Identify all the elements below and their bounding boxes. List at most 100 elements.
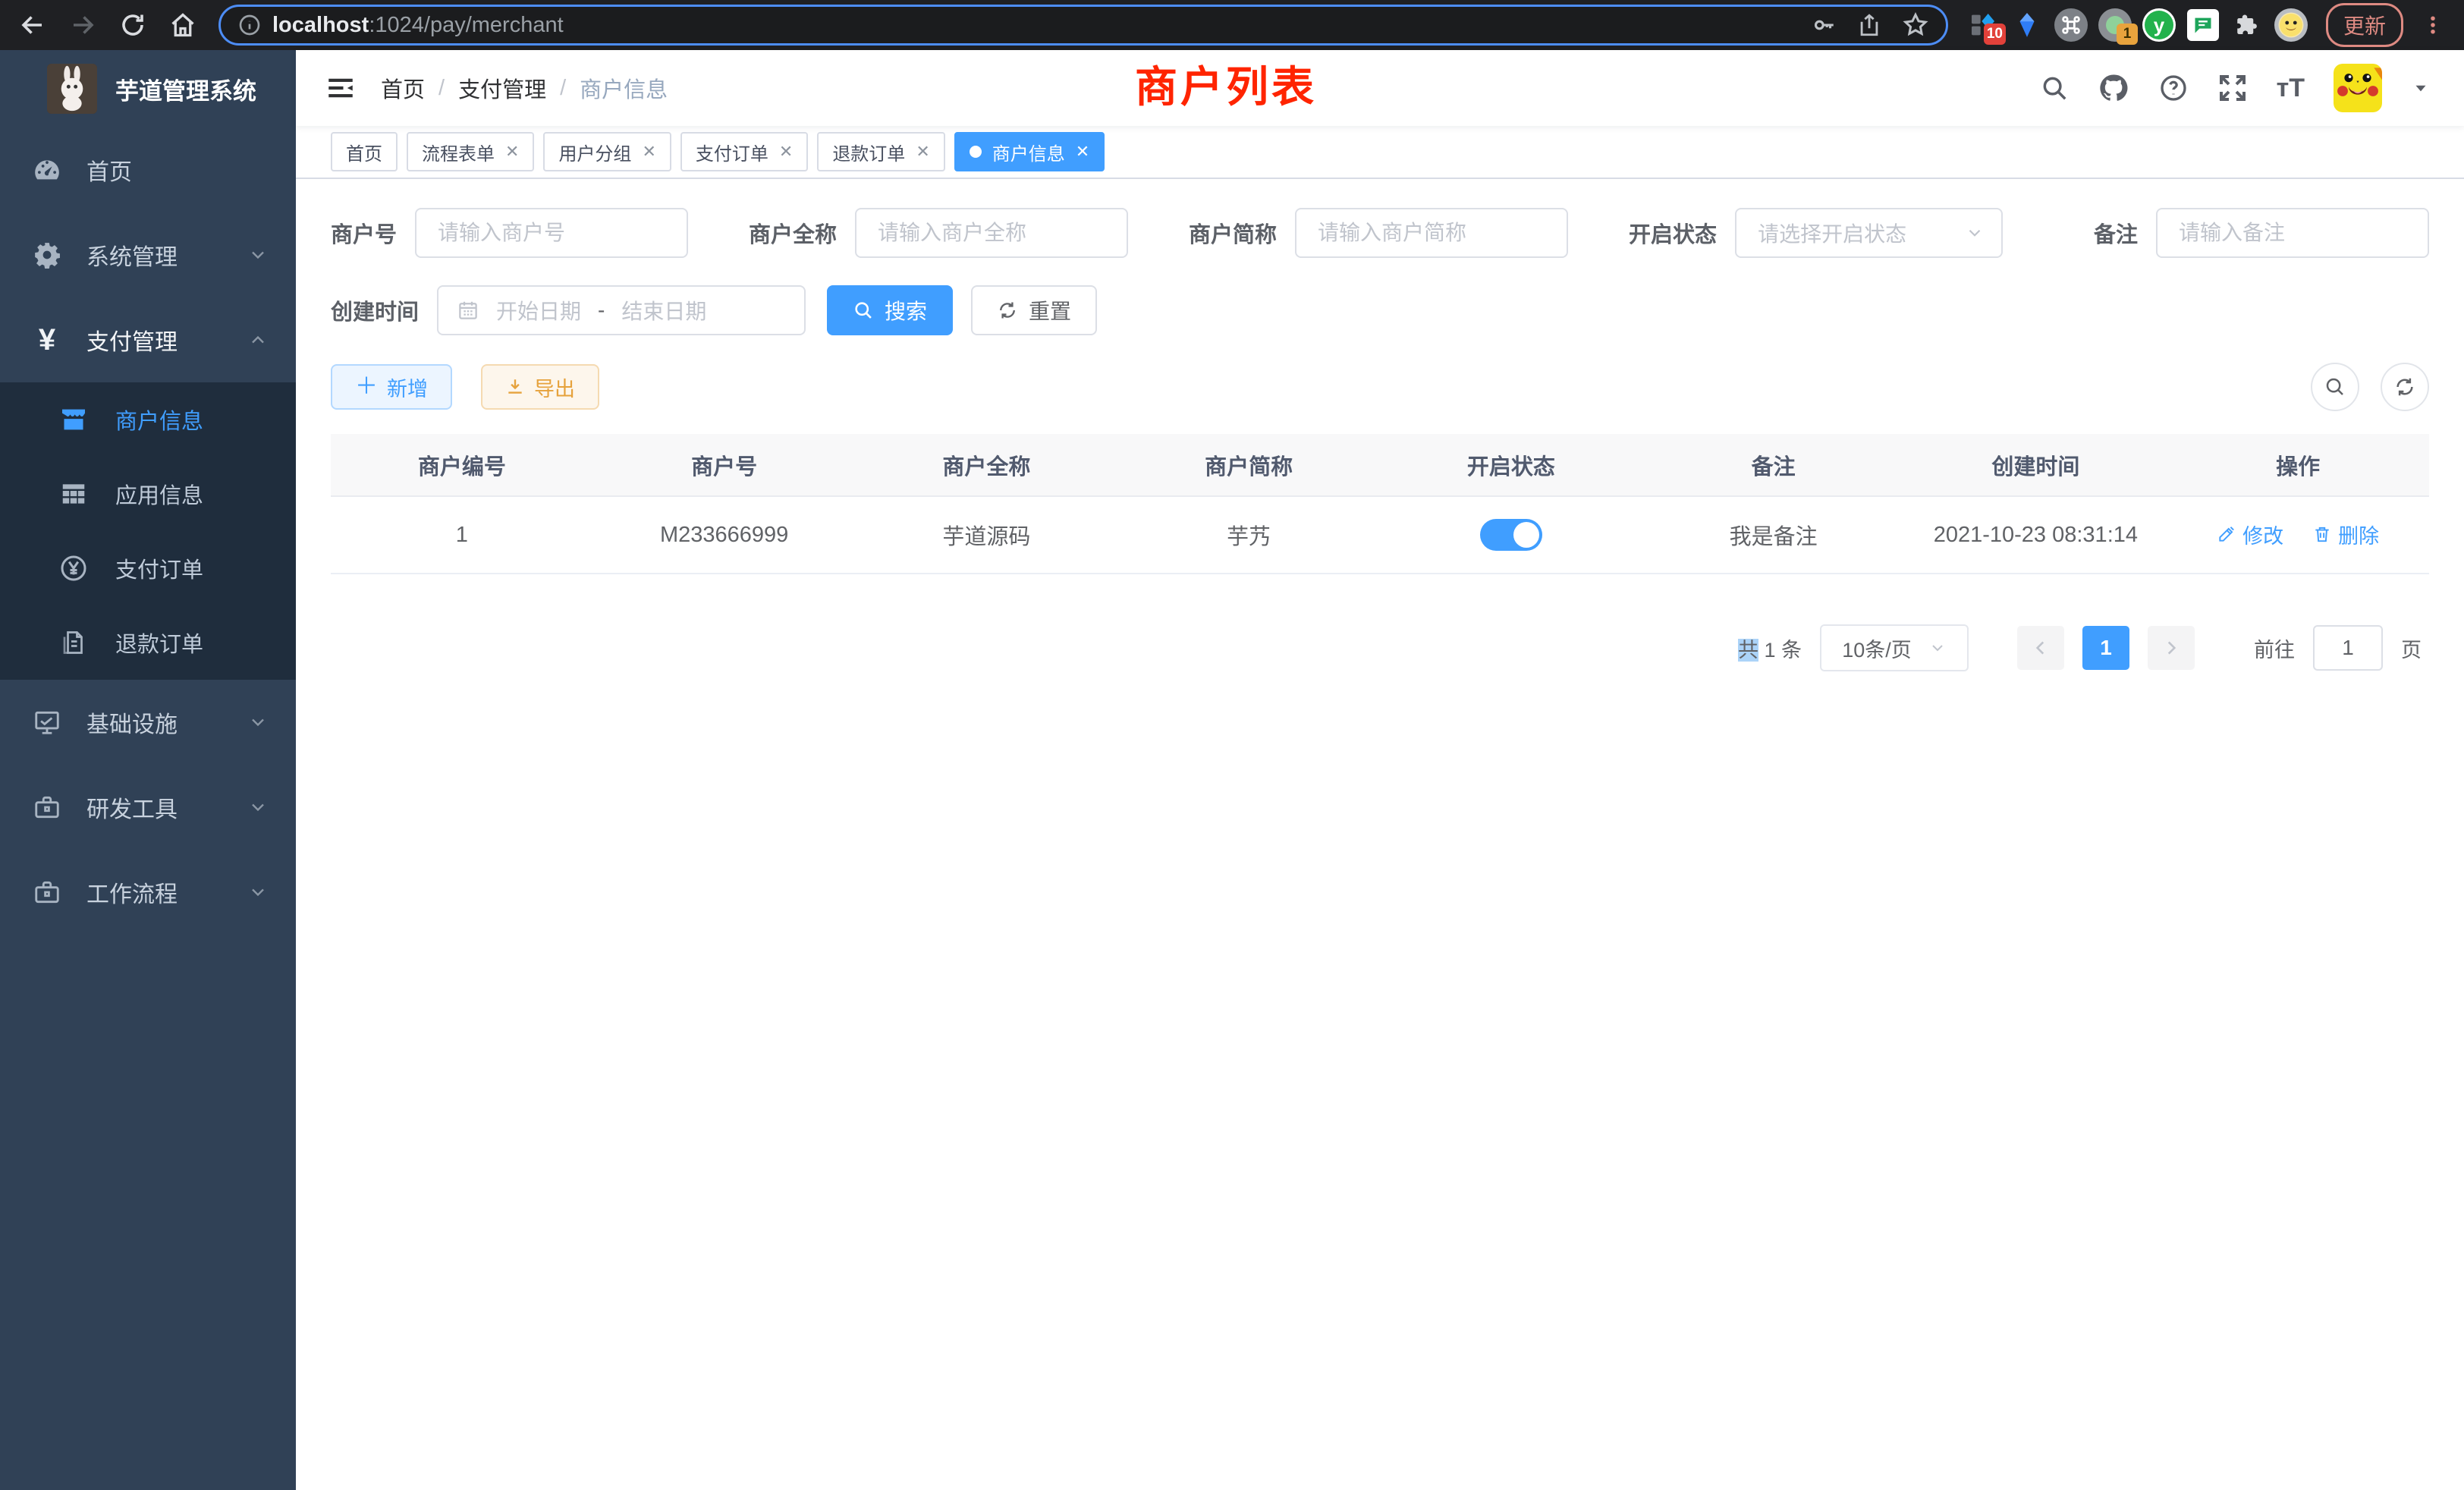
chevron-right-icon (2161, 638, 2181, 658)
user-avatar[interactable] (2334, 64, 2382, 112)
back-icon[interactable] (11, 6, 55, 44)
close-icon[interactable]: ✕ (1076, 142, 1089, 162)
yen-icon: ¥ (32, 325, 62, 355)
tab-merchant-info[interactable]: 商户信息✕ (954, 132, 1105, 171)
github-icon[interactable] (2098, 72, 2129, 104)
sidebar-item-label: 研发工具 (86, 791, 223, 824)
extension-blue-diamond-icon[interactable]: 10 (1966, 8, 2000, 42)
refresh-table-button[interactable] (2381, 363, 2429, 411)
sidebar-item-home[interactable]: 首页 (0, 127, 296, 212)
cell-remark: 我是备注 (1642, 496, 1905, 574)
site-info-icon[interactable] (237, 13, 262, 37)
sidebar-item-system[interactable]: 系统管理 (0, 212, 296, 297)
chrome-update-button[interactable]: 更新 (2326, 3, 2403, 47)
font-size-icon[interactable]: ᴛT (2277, 74, 2305, 103)
caret-down-icon[interactable] (2411, 78, 2431, 98)
edit-button[interactable]: 修改 (2217, 520, 2283, 549)
date-start-placeholder: 开始日期 (496, 295, 581, 325)
sidebar-item-merchant-info[interactable]: 商户信息 (0, 382, 296, 457)
extension-y-logo-icon[interactable]: y (2142, 8, 2176, 42)
table-row[interactable]: 1 M233666999 芋道源码 芋艿 我是备注 2021-10-23 08:… (331, 496, 2429, 574)
store-icon (58, 404, 90, 435)
chevron-down-icon (1965, 223, 1985, 243)
extensions-puzzle-icon[interactable] (2230, 8, 2264, 42)
toggle-search-button[interactable] (2311, 363, 2359, 411)
reload-icon[interactable] (111, 6, 155, 44)
prev-page-button[interactable] (2017, 626, 2064, 670)
forward-icon[interactable] (61, 6, 105, 44)
tab-refund-order[interactable]: 退款订单✕ (817, 132, 944, 171)
filter-merchant-no-label: 商户号 (331, 217, 397, 249)
address-bar[interactable]: localhost:1024/pay/merchant (218, 5, 1948, 46)
short-name-input[interactable] (1295, 208, 1568, 258)
col-full-name: 商户全称 (856, 434, 1118, 496)
col-remark: 备注 (1642, 434, 1905, 496)
sidebar-item-app-info[interactable]: 应用信息 (0, 457, 296, 531)
close-icon[interactable]: ✕ (642, 142, 655, 162)
status-select[interactable]: 请选择开启状态 (1735, 208, 2003, 258)
next-page-button[interactable] (2148, 626, 2195, 670)
col-merchant-no: 商户号 (593, 434, 856, 496)
tags-view-bar: 首页 流程表单✕ 用户分组✕ 支付订单✕ 退款订单✕ 商户信息✕ (296, 126, 2464, 179)
password-key-icon[interactable] (1811, 12, 1837, 38)
col-created: 创建时间 (1905, 434, 2167, 496)
page-size-select[interactable]: 10条/页 (1820, 624, 1969, 671)
breadcrumb-home[interactable]: 首页 (381, 72, 425, 104)
extension-gem-icon[interactable] (2010, 8, 2044, 42)
status-toggle[interactable] (1480, 519, 1542, 551)
browser-menu-icon[interactable] (2422, 14, 2444, 36)
tab-pay-order[interactable]: 支付订单✕ (680, 132, 808, 171)
extension-command-icon[interactable] (2054, 8, 2088, 42)
header-search-icon[interactable] (2040, 74, 2069, 102)
goto-page-input[interactable] (2313, 625, 2383, 671)
chevron-down-icon (247, 244, 269, 266)
full-name-input[interactable] (855, 208, 1128, 258)
extension-proxy-icon[interactable]: 1 (2098, 8, 2132, 42)
home-icon[interactable] (161, 6, 205, 44)
sidebar-item-workflow[interactable]: 工作流程 (0, 850, 296, 935)
sidebar-item-label: 首页 (86, 153, 269, 187)
sidebar-item-devtools[interactable]: 研发工具 (0, 765, 296, 850)
bookmark-star-icon[interactable] (1902, 11, 1929, 39)
remark-input[interactable] (2156, 208, 2429, 258)
refresh-icon (2393, 376, 2416, 398)
download-icon (505, 377, 525, 397)
active-dot (970, 146, 982, 158)
tab-process-form[interactable]: 流程表单✕ (407, 132, 534, 171)
tab-user-group[interactable]: 用户分组✕ (543, 132, 671, 171)
fullscreen-icon[interactable] (2217, 73, 2248, 103)
add-button[interactable]: ＋ 新增 (331, 364, 452, 410)
yen-circle-icon (58, 553, 90, 583)
merchant-no-input[interactable] (415, 208, 688, 258)
delete-button[interactable]: 删除 (2312, 520, 2379, 549)
sidebar-fold-icon[interactable] (296, 72, 381, 104)
calendar-icon (457, 299, 479, 322)
briefcase-icon (32, 878, 62, 907)
breadcrumb-payment[interactable]: 支付管理 (458, 72, 546, 104)
sidebar-item-infra[interactable]: 基础设施 (0, 680, 296, 765)
tab-home[interactable]: 首页 (331, 132, 398, 171)
share-icon[interactable] (1856, 12, 1882, 38)
chevron-up-icon (247, 329, 269, 350)
sidebar-item-pay-order[interactable]: 支付订单 (0, 531, 296, 605)
help-icon[interactable] (2158, 73, 2189, 103)
close-icon[interactable]: ✕ (779, 142, 793, 162)
cell-full-name: 芋道源码 (856, 496, 1118, 574)
page-number-1[interactable]: 1 (2082, 626, 2129, 670)
search-button[interactable]: 搜索 (827, 285, 953, 335)
chevron-down-icon (247, 797, 269, 818)
plus-icon: ＋ (355, 376, 378, 398)
export-button[interactable]: 导出 (481, 364, 599, 410)
extension-chat-icon[interactable] (2186, 8, 2220, 42)
date-range-picker[interactable]: 开始日期 - 结束日期 (437, 285, 806, 335)
app-logo-row[interactable]: 芋道管理系统 (0, 50, 296, 127)
browser-toolbar: localhost:1024/pay/merchant 10 (0, 0, 2464, 50)
sidebar-item-payment[interactable]: ¥ 支付管理 (0, 297, 296, 382)
profile-avatar-icon[interactable] (2274, 8, 2308, 42)
reset-button[interactable]: 重置 (971, 285, 1097, 335)
date-end-placeholder: 结束日期 (621, 295, 706, 325)
close-icon[interactable]: ✕ (916, 142, 929, 162)
close-icon[interactable]: ✕ (505, 142, 519, 162)
sidebar-item-refund-order[interactable]: 退款订单 (0, 605, 296, 680)
page-unit-label: 页 (2401, 633, 2422, 663)
